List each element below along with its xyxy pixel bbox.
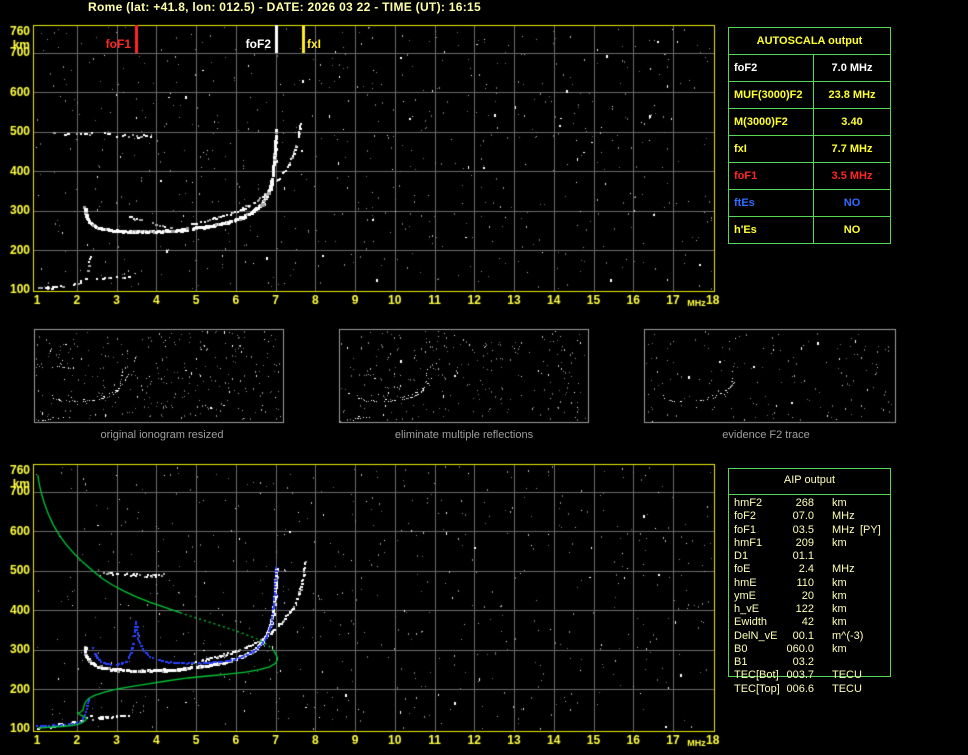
- aip-row-D1: D1 01.1: [728, 550, 891, 563]
- aip-param-unit: km: [832, 576, 847, 589]
- param-label: foF2: [728, 54, 814, 82]
- param-value: 3.5 MHz: [813, 162, 891, 190]
- foF1-marker-label: foF1: [105, 37, 131, 51]
- aip-param-value: 006.6: [786, 682, 814, 695]
- thumbnail-caption-original: original ionogram resized: [100, 429, 224, 441]
- aip-param-name: foF1: [734, 523, 757, 536]
- param-value: NO: [813, 189, 891, 217]
- aip-param-unit: km: [832, 642, 847, 655]
- aip-param-name: hmE: [734, 576, 757, 589]
- param-value: NO: [813, 216, 891, 244]
- aip-param-value: 42: [801, 616, 814, 629]
- autoscala-output-screen: Rome (lat: +41.8, lon: 012.5) - DATE: 20…: [0, 0, 968, 755]
- aip-param-name: Ewidth: [734, 616, 768, 629]
- aip-param-unit: TECU: [832, 669, 862, 682]
- fxI-marker-label: fxI: [307, 37, 322, 51]
- param-value: 7.0 MHz: [813, 54, 891, 82]
- aip-param-unit: MHz: [832, 510, 855, 523]
- aip-row-hmF1: hmF1 209 km: [728, 537, 891, 550]
- aip-param-unit: km: [832, 589, 847, 602]
- table-row-ftEs: ftEs NO: [728, 189, 891, 217]
- aip-param-unit: km: [832, 497, 847, 509]
- aip-param-name: hmF2: [734, 497, 763, 509]
- param-value: 7.7 MHz: [813, 135, 891, 163]
- aip-param-name: TEC[Bot]: [734, 669, 779, 682]
- aip-param-unit: km: [832, 616, 847, 629]
- table-row-M3000F2: M(3000)F2 3.40: [728, 108, 891, 136]
- aip-param-value: 07.0: [792, 510, 814, 523]
- aip-row-Ewidth: Ewidth 42 km: [728, 616, 891, 629]
- aip-param-value: 060.0: [786, 642, 814, 655]
- aip-param-name: D1: [734, 550, 749, 562]
- aip-param-unit: km: [832, 603, 847, 615]
- aip-param-value: 209: [795, 536, 814, 549]
- aip-row-ymE: ymE 20 km: [728, 590, 891, 603]
- param-label: M(3000)F2: [728, 108, 814, 136]
- aip-panel-title: AIP output: [783, 474, 836, 486]
- autoscala-table-title: AUTOSCALA output: [728, 27, 891, 55]
- param-value: 3.40: [813, 108, 891, 136]
- param-label: h'Es: [728, 216, 814, 244]
- thumbnail-caption-eliminate-multiples: eliminate multiple reflections: [394, 429, 534, 441]
- autoscala-table-header: AUTOSCALA output: [728, 27, 891, 55]
- aip-param-name: foE: [734, 563, 751, 576]
- autoscala-output-table: AUTOSCALA output foF2 7.0 MHz MUF(3000)F…: [728, 27, 891, 244]
- aip-param-value: 268: [795, 497, 814, 509]
- aip-param-name: TEC[Top]: [734, 682, 780, 695]
- aip-param-name: B0: [734, 642, 748, 655]
- aip-param-value: 01.1: [792, 550, 814, 562]
- table-row-foF2: foF2 7.0 MHz: [728, 54, 891, 82]
- param-label: fxI: [728, 135, 814, 163]
- aip-row-TEC-Bot: TEC[Bot] 003.7 TECU: [728, 669, 891, 682]
- aip-param-name: h_vE: [734, 603, 760, 615]
- aip-row-foF1: foF1 03.5 MHz [PY]: [728, 524, 891, 537]
- aip-param-value: 03.5: [792, 523, 814, 536]
- aip-param-name: DelN_vE: [734, 629, 778, 642]
- thumbnail-caption-evidence-f2: evidence F2 trace: [722, 429, 810, 441]
- aip-row-hmE: hmE 110 km: [728, 577, 891, 590]
- aip-param-unit: MHz: [832, 523, 855, 536]
- aip-rows: hmF2 268 km foF2 07.0 MHz foF1 03.5 MHz [PY] hm…: [728, 497, 891, 696]
- param-value: 23.8 MHz: [813, 81, 891, 109]
- aip-param-name: ymE: [734, 589, 756, 602]
- aip-param-flag: [PY]: [860, 523, 881, 536]
- aip-param-name: foF2: [734, 510, 757, 523]
- aip-header-divider: [728, 494, 891, 495]
- aip-param-value: 20: [801, 589, 814, 602]
- aip-param-unit: km: [832, 536, 847, 549]
- aip-row-h_vE: h_vE 122 km: [728, 603, 891, 616]
- aip-param-value: 00.1: [792, 629, 814, 642]
- aip-param-unit: TECU: [832, 682, 862, 695]
- param-label: ftEs: [728, 189, 814, 217]
- aip-param-unit: m^(-3): [832, 629, 864, 642]
- aip-param-value: 2.4: [798, 563, 814, 576]
- aip-param-value: 110: [796, 576, 814, 589]
- aip-row-B1: B1 03.2: [728, 656, 891, 669]
- table-row-fxI: fxI 7.7 MHz: [728, 135, 891, 163]
- aip-row-foE: foE 2.4 MHz: [728, 563, 891, 576]
- table-row-foF1: foF1 3.5 MHz: [728, 162, 891, 190]
- param-label: foF1: [728, 162, 814, 190]
- aip-param-name: B1: [734, 656, 748, 668]
- aip-param-name: hmF1: [734, 536, 763, 549]
- aip-row-hmF2: hmF2 268 km: [728, 497, 891, 510]
- station-date-time-title: Rome (lat: +41.8, lon: 012.5) - DATE: 20…: [88, 0, 481, 14]
- aip-param-unit: MHz: [832, 563, 855, 576]
- aip-param-value: 122: [795, 603, 814, 615]
- aip-row-B0: B0 060.0 km: [728, 643, 891, 656]
- aip-row-foF2: foF2 07.0 MHz: [728, 510, 891, 523]
- param-label: MUF(3000)F2: [728, 81, 814, 109]
- aip-param-value: 03.2: [792, 656, 814, 668]
- aip-param-value: 003.7: [786, 669, 814, 682]
- aip-row-TEC-Top: TEC[Top] 006.6 TECU: [728, 683, 891, 696]
- foF2-marker-label: foF2: [245, 37, 271, 51]
- aip-row-DelN_vE: DelN_vE 00.1 m^(-3): [728, 630, 891, 643]
- table-row-hEs: h'Es NO: [728, 216, 891, 244]
- table-row-MUF3000F2: MUF(3000)F2 23.8 MHz: [728, 81, 891, 109]
